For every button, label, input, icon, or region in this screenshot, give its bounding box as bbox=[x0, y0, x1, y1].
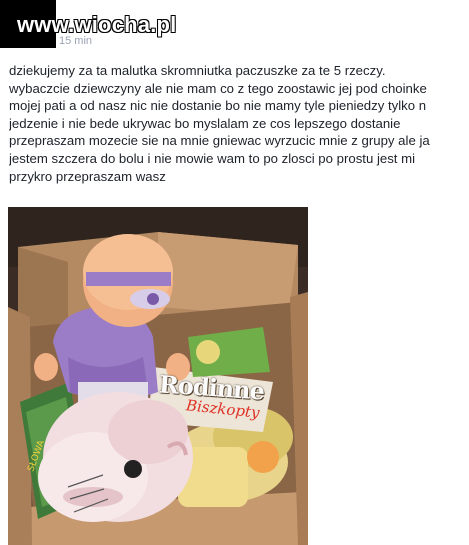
post-text-line: mojej pati a od nasz nic nie dostanie bo… bbox=[9, 98, 427, 114]
post-timestamp[interactable]: 15 min bbox=[59, 35, 92, 47]
post-text: dziekujemy za ta malutka skromniutka pac… bbox=[9, 62, 469, 185]
facebook-post: www.wiocha.pl 15 min dziekujemy za ta ma… bbox=[0, 0, 469, 545]
post-text-line: dziekujemy za ta malutka skromniutka pac… bbox=[9, 63, 386, 78]
post-text-line: przykro przepraszam wasz bbox=[9, 168, 166, 184]
post-text-line: jedzenie i nie bede ukrywac bo myslalam … bbox=[9, 115, 401, 131]
post-text-line: jestem szczera do bolu i nie mowie wam t… bbox=[9, 150, 416, 166]
post-text-line: przepraszam mozecie sie na mnie gniewac … bbox=[9, 133, 430, 149]
post-text-line: wybaczcie dziewczyny ale nie mam co z te… bbox=[9, 80, 427, 96]
post-photo[interactable]: SŁOWA Rodinne Biszkopty bbox=[8, 207, 308, 545]
site-watermark: www.wiocha.pl bbox=[17, 12, 177, 37]
